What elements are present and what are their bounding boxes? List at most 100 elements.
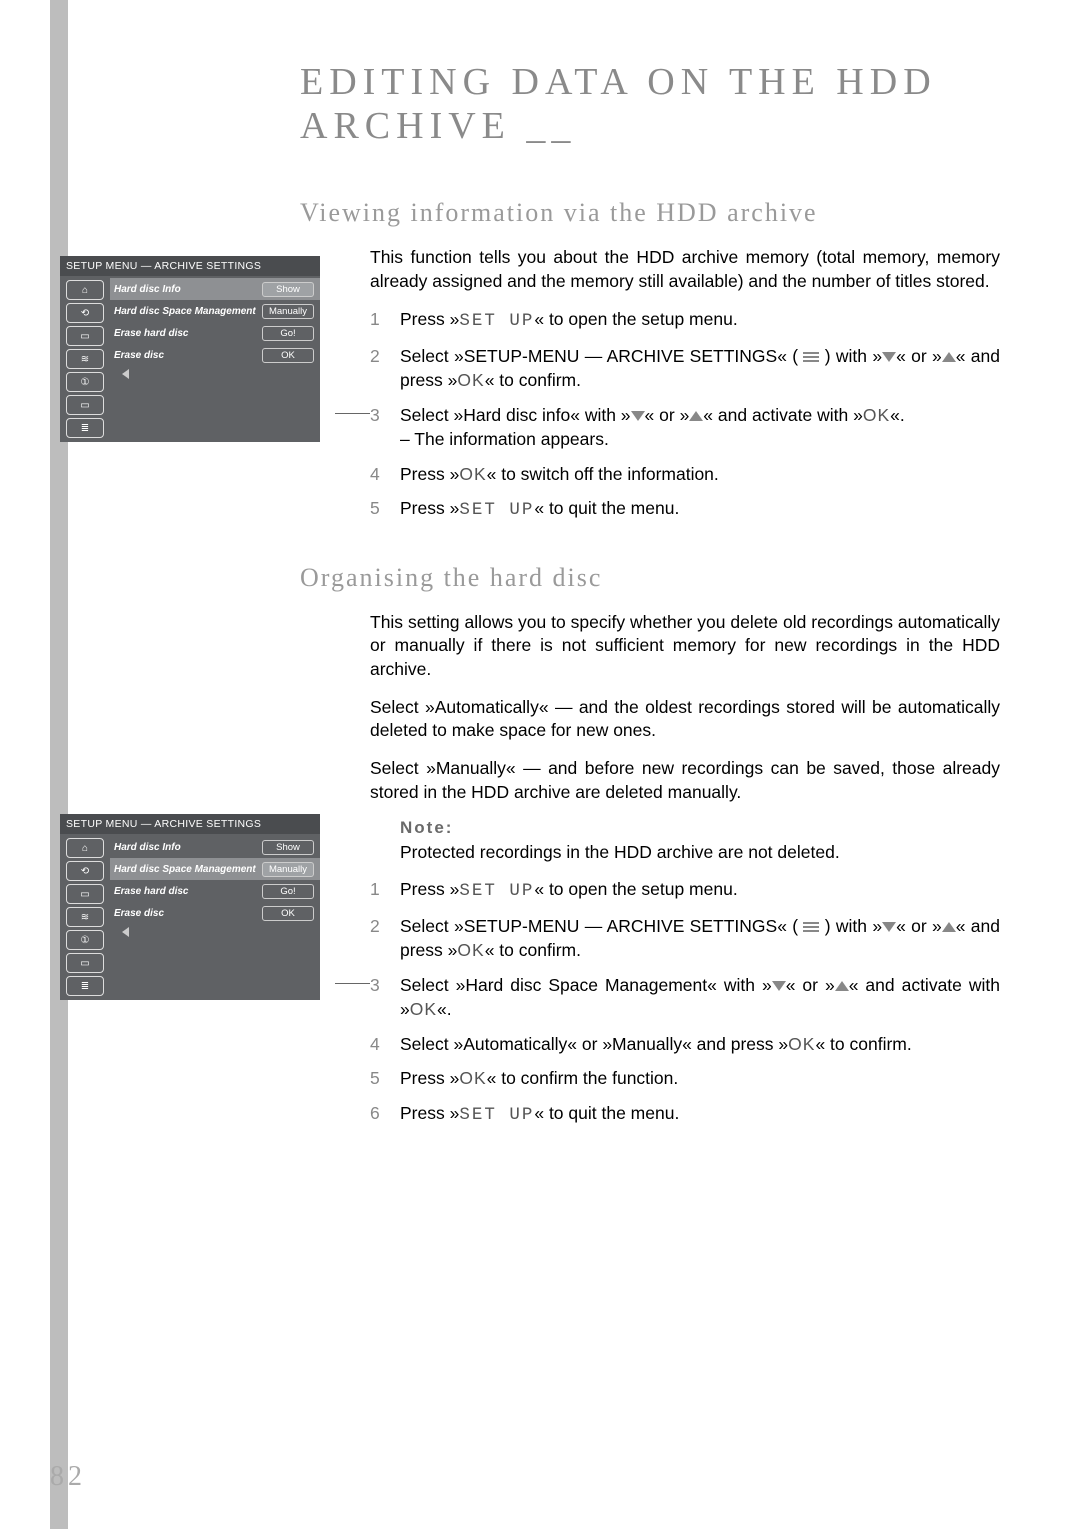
text: Press » — [400, 1103, 459, 1123]
text: Press » — [400, 498, 459, 518]
osd-icon: ⟲ — [66, 303, 104, 323]
text: « to confirm. — [485, 370, 581, 390]
page-title: EDITING DATA ON THE HDD ARCHIVE __ — [300, 60, 1010, 148]
text: Select »Automatically« or »Manually« and… — [400, 1034, 788, 1054]
s2-step5: 5 Press »OK« to confirm the function. — [370, 1066, 1000, 1091]
osd-row-button[interactable]: Go! — [262, 884, 314, 899]
ok-button-label: OK — [457, 370, 484, 390]
osd-row-erase-hard-disc[interactable]: Erase hard disc Go! — [110, 322, 320, 344]
s2-step2: 2 Select »SETUP-MENU — ARCHIVE SETTINGS«… — [370, 914, 1000, 963]
text: « to confirm. — [485, 940, 581, 960]
text: Press » — [400, 879, 459, 899]
osd-row-erase-disc[interactable]: Erase disc OK — [110, 344, 320, 366]
osd-row-button[interactable]: OK — [262, 348, 314, 363]
text: « to open the setup menu. — [534, 879, 737, 899]
osd-row-erase-hard-disc[interactable]: Erase hard disc Go! — [110, 880, 320, 902]
s1-step2: 2 Select »SETUP-MENU — ARCHIVE SETTINGS«… — [370, 344, 1000, 393]
text: ) with » — [825, 346, 882, 366]
section2-p1: This setting allows you to specify wheth… — [370, 611, 1000, 682]
setup-button-label: SET UP — [459, 500, 534, 520]
setup-button-label: SET UP — [459, 881, 534, 901]
s1-step4: 4 Press »OK« to switch off the informati… — [370, 462, 1000, 487]
text: « and activate with » — [703, 405, 863, 425]
s1-step5: 5 Press »SET UP« to quit the menu. — [370, 496, 1000, 523]
substep-text: – The information appears. — [400, 429, 609, 449]
text: ) with » — [825, 916, 882, 936]
text: Select »Hard disc info« with » — [400, 405, 631, 425]
osd-row-label: Erase hard disc — [114, 328, 262, 339]
osd-row-button[interactable]: OK — [262, 906, 314, 921]
page-number: 82 — [50, 1461, 86, 1493]
osd-row-button[interactable]: Go! — [262, 326, 314, 341]
text: Select »SETUP-MENU — ARCHIVE SETTINGS« ( — [400, 916, 798, 936]
ok-button-label: OK — [459, 1068, 486, 1088]
osd-icon: ≋ — [66, 907, 104, 927]
osd-icon: ▭ — [66, 326, 104, 346]
osd-icon: ≋ — [66, 349, 104, 369]
osd-row-hard-disc-info[interactable]: Hard disc Info Show — [110, 278, 320, 300]
osd-row-space-management[interactable]: Hard disc Space Management Manually — [110, 858, 320, 880]
step-number: 1 — [370, 307, 400, 334]
osd-footer — [110, 366, 320, 385]
text: Press » — [400, 464, 459, 484]
text: « or » — [896, 916, 942, 936]
osd-row-label: Hard disc Space Management — [114, 864, 262, 875]
osd-row-label: Erase disc — [114, 350, 262, 361]
menu-icon — [803, 920, 819, 934]
osd-screenshot-1: SETUP MENU — ARCHIVE SETTINGS ⌂ ⟲ ▭ ≋ ① … — [60, 256, 320, 442]
osd-row-erase-disc[interactable]: Erase disc OK — [110, 902, 320, 924]
up-arrow-icon — [689, 411, 703, 421]
text: Select »SETUP-MENU — ARCHIVE SETTINGS« ( — [400, 346, 798, 366]
ok-button-label: OK — [788, 1034, 815, 1054]
ok-button-label: OK — [459, 464, 486, 484]
text: « to quit the menu. — [534, 1103, 679, 1123]
osd-row-label: Hard disc Info — [114, 284, 262, 295]
text: Press » — [400, 1068, 459, 1088]
step-number: 3 — [370, 973, 400, 1022]
osd-row-button[interactable]: Manually — [262, 862, 314, 877]
down-arrow-icon — [631, 411, 645, 421]
osd-row-space-management[interactable]: Hard disc Space Management Manually — [110, 300, 320, 322]
text: « to quit the menu. — [534, 498, 679, 518]
osd-icon: ⌂ — [66, 838, 104, 858]
up-arrow-icon — [942, 352, 956, 362]
osd-row-label: Hard disc Info — [114, 842, 262, 853]
text: «. — [437, 999, 452, 1019]
osd-row-button[interactable]: Show — [262, 840, 314, 855]
ok-button-label: OK — [457, 940, 484, 960]
section2-p3: Select »Manually« — and before new recor… — [370, 757, 1000, 804]
osd-row-button[interactable]: Manually — [262, 304, 314, 319]
osd-icon: ▭ — [66, 395, 104, 415]
osd-icon: ≣ — [66, 976, 104, 996]
down-arrow-icon — [882, 352, 896, 362]
text: «. — [890, 405, 905, 425]
step-number: 2 — [370, 914, 400, 963]
step-number: 3 — [370, 403, 400, 452]
ok-button-label: OK — [410, 999, 437, 1019]
osd-icon-column: ⌂ ⟲ ▭ ≋ ① ▭ ≣ — [60, 276, 110, 442]
note-heading: Note: — [400, 818, 1010, 838]
up-arrow-icon — [942, 922, 956, 932]
osd-row-label: Erase disc — [114, 908, 262, 919]
step-number: 4 — [370, 462, 400, 487]
step-number: 4 — [370, 1032, 400, 1057]
osd-icon: ① — [66, 930, 104, 950]
text: Select »Hard disc Space Management« with… — [400, 975, 772, 995]
setup-button-label: SET UP — [459, 311, 534, 331]
osd-icon: ▭ — [66, 884, 104, 904]
osd-screenshot-2: SETUP MENU — ARCHIVE SETTINGS ⌂ ⟲ ▭ ≋ ① … — [60, 814, 320, 1000]
note-text: Protected recordings in the HDD archive … — [400, 842, 1000, 863]
osd-row-button[interactable]: Show — [262, 282, 314, 297]
section-heading-organising: Organising the hard disc — [300, 563, 1010, 593]
left-arrow-icon — [122, 369, 129, 379]
s2-step6: 6 Press »SET UP« to quit the menu. — [370, 1101, 1000, 1128]
step-number: 5 — [370, 1066, 400, 1091]
osd-row-hard-disc-info[interactable]: Hard disc Info Show — [110, 836, 320, 858]
text: « or » — [786, 975, 835, 995]
text: « to switch off the information. — [487, 464, 719, 484]
text: Press » — [400, 309, 459, 329]
osd-icon: ▭ — [66, 953, 104, 973]
text: « or » — [896, 346, 942, 366]
s1-step1: 1 Press »SET UP« to open the setup menu. — [370, 307, 1000, 334]
text: « to confirm. — [815, 1034, 911, 1054]
